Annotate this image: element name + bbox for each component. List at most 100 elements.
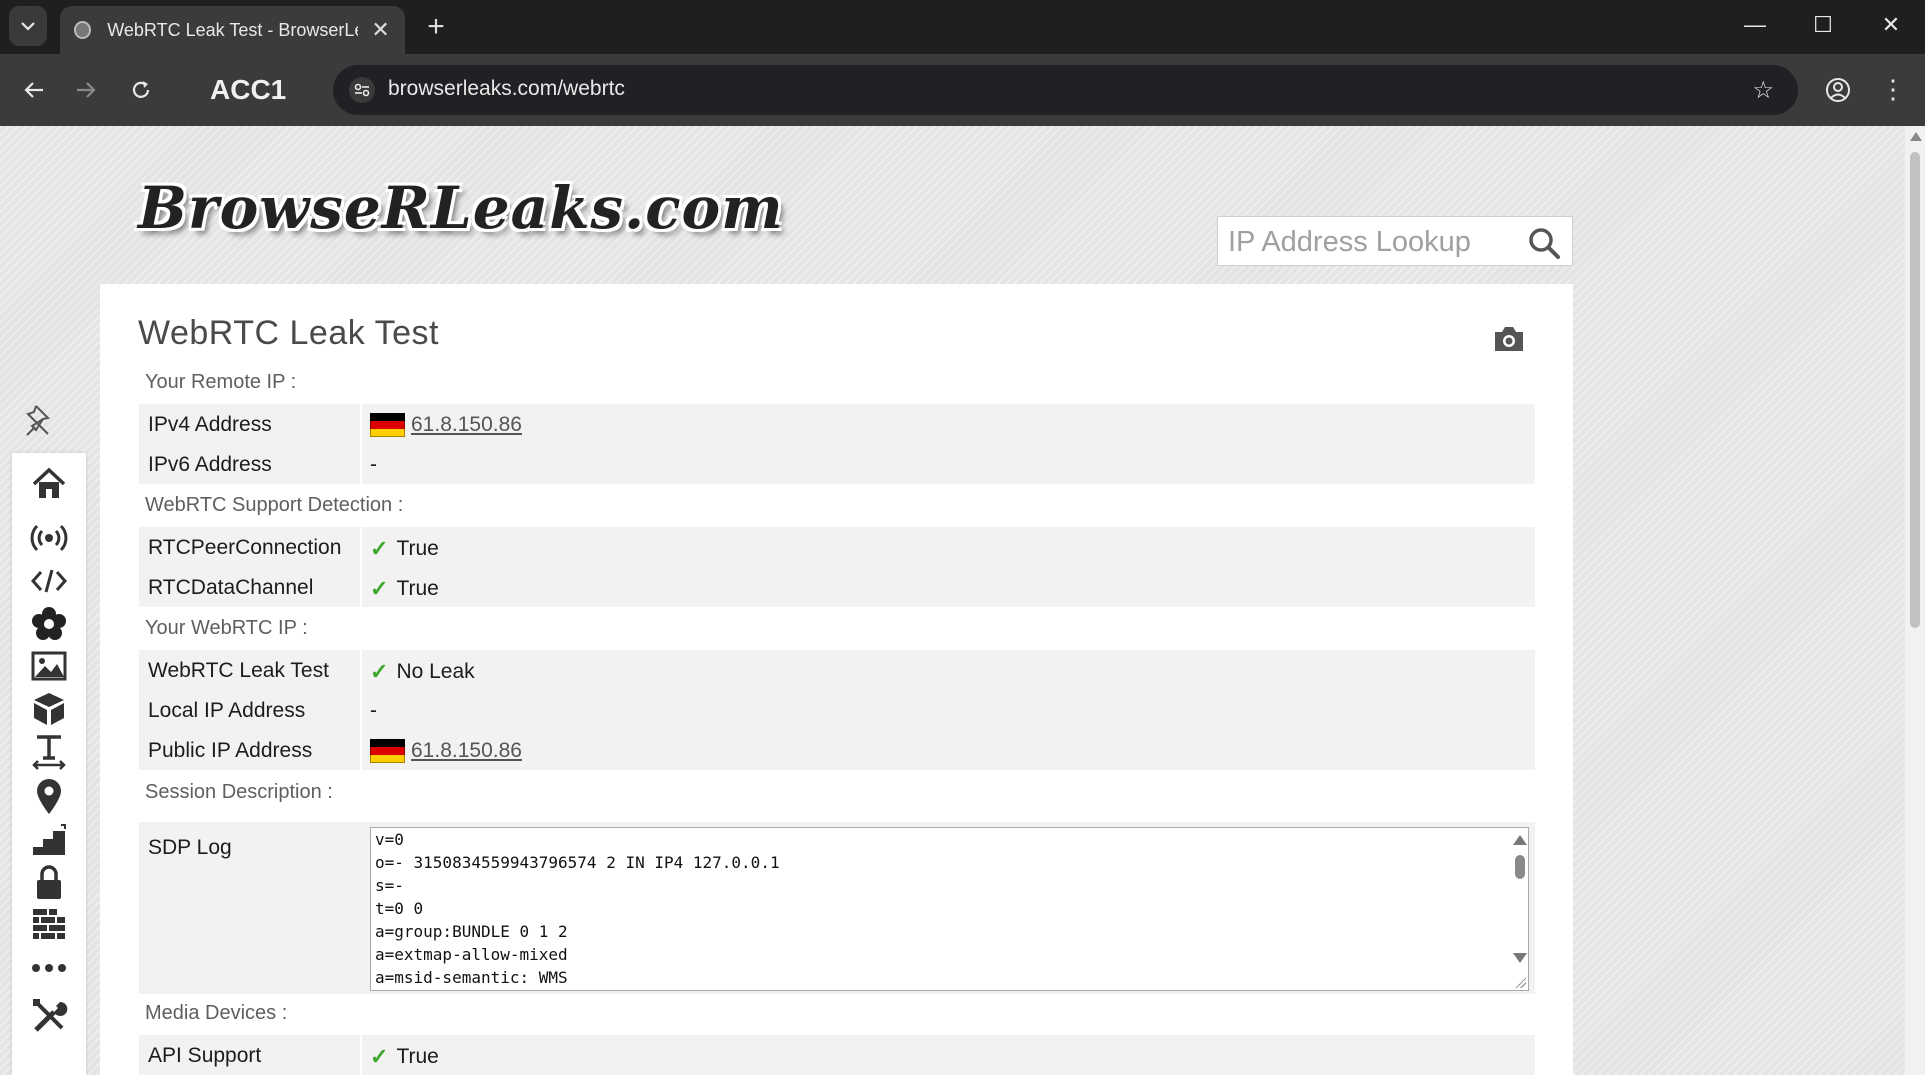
address-bar[interactable]: browserleaks.com/webrtc ☆ (333, 65, 1798, 115)
cube-icon[interactable] (29, 690, 69, 728)
lock-icon[interactable] (29, 863, 69, 901)
tools-icon[interactable] (29, 996, 69, 1034)
api-support-value: ✓ True (370, 1044, 439, 1070)
peer-connection-text: True (396, 537, 439, 560)
firewall-icon[interactable] (29, 905, 69, 943)
code-icon[interactable] (29, 562, 69, 600)
ip-lookup-input[interactable] (1228, 225, 1518, 259)
arrow-right-icon (77, 82, 96, 98)
flag-germany-icon (370, 739, 405, 763)
stairs-icon[interactable] (29, 821, 69, 859)
scroll-down-arrow-icon[interactable] (1513, 953, 1527, 963)
peer-connection-value: ✓ True (370, 536, 439, 562)
data-channel-text: True (396, 577, 439, 600)
table-row-public-ip: Public IP Address 61.8.150.86 (139, 730, 1535, 770)
section-webrtc-ip: Your WebRTC IP : (145, 617, 308, 639)
forward-button[interactable] (70, 74, 102, 106)
ipv4-value: 61.8.150.86 (370, 413, 522, 437)
location-pin-icon[interactable] (29, 777, 69, 815)
scroll-up-arrow-icon[interactable] (1910, 132, 1922, 141)
sdp-line: a=group:BUNDLE 0 1 2 (375, 922, 568, 941)
pin-icon[interactable] (22, 400, 62, 440)
font-size-icon[interactable] (29, 733, 69, 771)
site-logo[interactable]: BrowseRLeaks.com (138, 158, 783, 258)
profile-label: ACC1 (210, 74, 287, 105)
table-row-ipv4: IPv4 Address 61.8.150.86 (139, 404, 1535, 444)
table-row-peer-connection: RTCPeerConnection ✓ True (139, 527, 1535, 567)
resize-grip-icon[interactable] (1514, 976, 1526, 988)
sdp-line: v=0 (375, 830, 404, 849)
column-divider (360, 567, 362, 607)
leak-test-value: ✓ No Leak (370, 659, 475, 685)
table-row-sdp: SDP Log v=0 o=- 3150834559943796574 2 IN… (139, 822, 1535, 994)
local-ip-label: Local IP Address (148, 699, 306, 722)
table-row-data-channel: RTCDataChannel ✓ True (139, 567, 1535, 607)
reload-icon (132, 81, 150, 98)
url-text[interactable]: browserleaks.com/webrtc (388, 77, 625, 101)
data-channel-label: RTCDataChannel (148, 576, 314, 599)
kebab-menu-icon[interactable]: ⋮ (1880, 74, 1906, 106)
column-divider (360, 404, 362, 444)
close-window-button[interactable]: ✕ (1876, 12, 1906, 38)
peer-connection-label: RTCPeerConnection (148, 536, 342, 559)
sdp-line: a=msid-semantic: WMS (375, 968, 568, 987)
section-session: Session Description : (145, 781, 333, 803)
column-divider (360, 730, 362, 770)
public-ip-label: Public IP Address (148, 739, 313, 762)
public-ip-value: 61.8.150.86 (370, 739, 522, 763)
local-ip-value: - (370, 699, 377, 722)
ip-lookup-box (1217, 216, 1573, 266)
checkmark-icon: ✓ (370, 1044, 389, 1069)
sdp-scrollbar[interactable] (1511, 828, 1528, 990)
api-support-text: True (396, 1045, 439, 1068)
ipv6-label: IPv6 Address (148, 453, 272, 476)
minimize-button[interactable]: — (1740, 12, 1770, 38)
page-scroll-thumb[interactable] (1910, 152, 1920, 628)
profile-avatar-icon[interactable] (1822, 74, 1854, 106)
active-tab[interactable]: WebRTC Leak Test - BrowserLeaks ✕ (60, 6, 405, 54)
table-row-ipv6: IPv6 Address - (139, 444, 1535, 484)
sdp-line: o=- 3150834559943796574 2 IN IP4 127.0.0… (375, 853, 780, 872)
api-support-label: API Support (148, 1044, 262, 1067)
ipv4-label: IPv4 Address (148, 413, 272, 436)
leak-test-text: No Leak (396, 660, 475, 683)
page-viewport: BrowseRLeaks.com IP Address Lookup WebRT… (0, 126, 1905, 1075)
section-support: WebRTC Support Detection : (145, 494, 404, 516)
column-divider (360, 650, 362, 690)
page-scrollbar[interactable] (1905, 126, 1925, 1075)
tool-sidebar (12, 453, 86, 1075)
search-icon[interactable] (1526, 225, 1562, 261)
camera-icon[interactable] (1492, 324, 1526, 354)
scroll-up-arrow-icon[interactable] (1513, 835, 1527, 845)
maximize-button[interactable]: ☐ (1808, 12, 1838, 38)
sdp-label: SDP Log (148, 836, 232, 859)
arrow-left-icon (24, 82, 43, 98)
checkmark-icon: ✓ (370, 659, 389, 684)
tab-strip: WebRTC Leak Test - BrowserLeaks ✕ + — ☐ … (0, 0, 1925, 54)
ipv6-value: - (370, 453, 377, 476)
column-divider (360, 690, 362, 730)
logo-text: BrowseRLeaks.com (138, 174, 784, 242)
public-ip-link[interactable]: 61.8.150.86 (411, 739, 522, 763)
column-divider (360, 527, 362, 567)
back-button[interactable] (18, 74, 50, 106)
sdp-log-textarea[interactable]: v=0 o=- 3150834559943796574 2 IN IP4 127… (370, 827, 1529, 991)
home-icon[interactable] (29, 465, 69, 503)
section-remote-ip: Your Remote IP : (145, 371, 297, 393)
ipv4-link[interactable]: 61.8.150.86 (411, 413, 522, 437)
tab-close-button[interactable]: ✕ (370, 17, 391, 43)
tab-search-button[interactable] (9, 6, 47, 46)
broadcast-icon[interactable] (29, 519, 69, 557)
sdp-line: a=extmap-allow-mixed (375, 945, 568, 964)
site-settings-icon[interactable] (349, 77, 375, 103)
flower-icon[interactable] (29, 605, 69, 643)
sdp-line: s=- (375, 876, 404, 895)
reload-button[interactable] (125, 74, 157, 106)
sdp-scroll-thumb[interactable] (1515, 855, 1525, 879)
image-icon[interactable] (29, 647, 69, 685)
flag-germany-icon (370, 413, 405, 437)
more-icon[interactable] (29, 949, 69, 987)
bookmark-star-icon[interactable]: ☆ (1752, 76, 1774, 105)
column-divider (360, 444, 362, 484)
new-tab-button[interactable]: + (420, 10, 452, 44)
